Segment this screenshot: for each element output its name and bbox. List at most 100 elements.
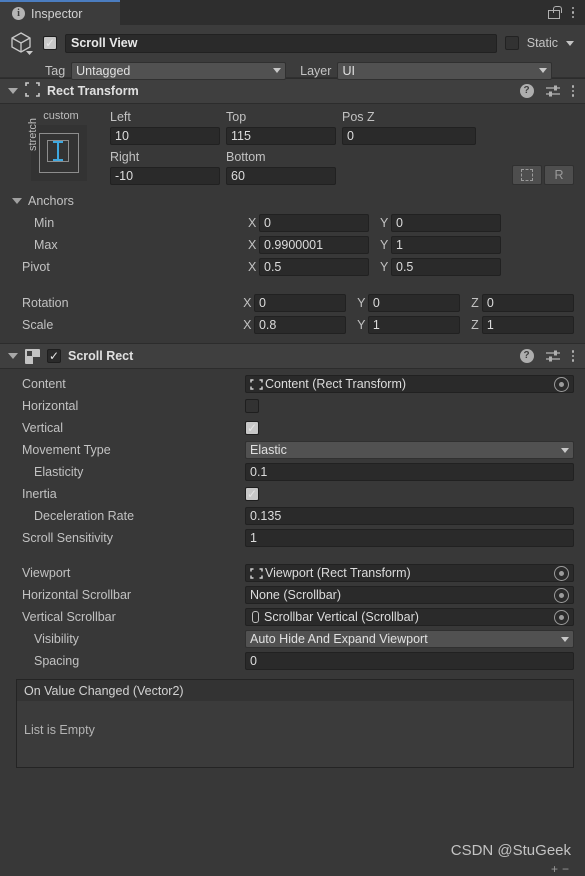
vertical-scrollbar-object-field[interactable]: Scrollbar Vertical (Scrollbar) <box>245 608 574 626</box>
axis-x-label: X <box>248 216 257 230</box>
static-dropdown-arrow-icon[interactable] <box>566 40 574 46</box>
vertical-checkbox[interactable] <box>245 421 259 435</box>
lock-open-icon[interactable] <box>547 6 562 19</box>
bottom-input[interactable]: 60 <box>226 167 336 185</box>
kebab-menu-icon[interactable] <box>571 85 574 97</box>
visibility-label: Visibility <box>34 632 79 646</box>
inertia-row: Inertia <box>0 484 585 504</box>
add-event-button[interactable]: + <box>551 862 558 876</box>
horizontal-row: Horizontal <box>0 396 585 416</box>
movement-type-dropdown[interactable]: Elastic <box>245 441 574 459</box>
rotation-x-input[interactable]: 0 <box>253 294 347 312</box>
scroll-sensitivity-input[interactable]: 1 <box>245 529 574 547</box>
preset-settings-icon[interactable] <box>545 84 560 98</box>
axis-y-label: Y <box>380 260 389 274</box>
spacing-label: Spacing <box>34 654 80 668</box>
anchor-max-x-input[interactable]: 0.9900001 <box>259 236 369 254</box>
pivot-x-input[interactable]: 0.5 <box>259 258 369 276</box>
gameobject-enabled-checkbox[interactable] <box>43 36 57 50</box>
inertia-checkbox[interactable] <box>245 487 259 501</box>
scroll-sensitivity-row: Scroll Sensitivity 1 <box>0 528 585 548</box>
remove-event-button[interactable]: − <box>562 862 569 876</box>
deceleration-rate-row: Deceleration Rate 0.135 <box>0 506 585 526</box>
deceleration-rate-input[interactable]: 0.135 <box>245 507 574 525</box>
pivot-label: Pivot <box>22 260 50 274</box>
object-picker-icon[interactable] <box>554 376 569 392</box>
scale-x-input[interactable]: 0.8 <box>253 316 347 334</box>
axis-x-label: X <box>243 318 252 332</box>
blueprint-mode-button[interactable] <box>512 165 542 185</box>
top-input[interactable]: 115 <box>226 127 336 145</box>
help-icon[interactable]: ? <box>519 84 534 98</box>
movement-type-label: Movement Type <box>22 443 111 457</box>
watermark: CSDN @StuGeek <box>450 842 571 859</box>
object-picker-icon[interactable] <box>554 565 569 581</box>
chevron-down-icon <box>561 636 569 642</box>
rect-transform-body: custom stretch Left 10 Top 115 Pos Z 0 R… <box>0 104 585 343</box>
anchor-max-y-input[interactable]: 1 <box>391 236 501 254</box>
anchors-foldout-row[interactable]: Anchors <box>0 191 585 211</box>
kebab-menu-icon[interactable] <box>571 350 574 362</box>
rect-transform-fields: Left 10 Top 115 Pos Z 0 Right -10 Bottom… <box>101 110 574 185</box>
horizontal-scrollbar-object-field[interactable]: None (Scrollbar) <box>245 586 574 604</box>
raw-edit-mode-button[interactable]: R <box>544 165 574 185</box>
anchor-min-y-input[interactable]: 0 <box>391 214 501 232</box>
horizontal-scrollbar-label: Horizontal Scrollbar <box>22 588 132 602</box>
spacing-input[interactable]: 0 <box>245 652 574 670</box>
scale-y-input[interactable]: 1 <box>367 316 461 334</box>
left-input[interactable]: 10 <box>110 127 220 145</box>
foldout-arrow-icon[interactable] <box>8 353 18 359</box>
preset-settings-icon[interactable] <box>545 349 560 363</box>
horizontal-checkbox[interactable] <box>245 399 259 413</box>
rect-transform-top: custom stretch Left 10 Top 115 Pos Z 0 R… <box>0 104 585 189</box>
axis-y-label: Y <box>380 216 389 230</box>
component-actions: ? <box>519 84 574 98</box>
scale-z-input[interactable]: 1 <box>481 316 575 334</box>
rotation-z-input[interactable]: 0 <box>481 294 575 312</box>
horizontal-label: Horizontal <box>22 399 79 413</box>
elasticity-input[interactable]: 0.1 <box>245 463 574 481</box>
anchor-min-x-input[interactable]: 0 <box>259 214 369 232</box>
foldout-arrow-icon[interactable] <box>8 88 18 94</box>
pivot-y-input[interactable]: 0.5 <box>391 258 501 276</box>
layer-dropdown[interactable]: UI <box>337 61 553 80</box>
anchor-preset-widget[interactable]: custom stretch <box>9 110 101 185</box>
content-object-field[interactable]: Content (Rect Transform) <box>245 375 574 393</box>
component-header-rect-transform[interactable]: Rect Transform ? <box>0 78 585 104</box>
tab-inspector[interactable]: i Inspector <box>0 0 120 25</box>
layer-value: UI <box>342 63 355 78</box>
static-checkbox[interactable] <box>504 36 519 50</box>
help-icon[interactable]: ? <box>519 349 534 363</box>
scroll-rect-enabled-checkbox[interactable] <box>47 349 61 363</box>
rect-row-2: Right -10 Bottom 60 R <box>110 150 574 185</box>
elasticity-label: Elasticity <box>34 465 84 479</box>
object-picker-icon[interactable] <box>554 587 569 603</box>
tag-dropdown[interactable]: Untagged <box>71 61 287 80</box>
field-left: Left 10 <box>110 110 220 145</box>
anchor-preset-box[interactable]: stretch <box>27 118 87 181</box>
component-header-scroll-rect[interactable]: Scroll Rect ? <box>0 343 585 369</box>
component-actions: ? <box>519 349 574 363</box>
axis-x-label: X <box>248 238 257 252</box>
rect-mode-buttons: R <box>512 165 574 185</box>
right-input[interactable]: -10 <box>110 167 220 185</box>
gameobject-name-field[interactable]: Scroll View <box>65 33 497 53</box>
axis-x-label: X <box>248 260 257 274</box>
static-label: Static <box>526 36 558 50</box>
anchor-max-row: Max X 0.9900001 Y 1 <box>0 235 585 255</box>
rotation-y-input[interactable]: 0 <box>367 294 461 312</box>
visibility-dropdown[interactable]: Auto Hide And Expand Viewport <box>245 630 574 648</box>
viewport-object-field[interactable]: Viewport (Rect Transform) <box>245 564 574 582</box>
object-picker-icon[interactable] <box>554 609 569 625</box>
component-title: Scroll Rect <box>68 349 134 363</box>
kebab-menu-icon[interactable] <box>571 6 574 19</box>
pos-z-input[interactable]: 0 <box>342 127 476 145</box>
field-right: Right -10 <box>110 150 220 185</box>
deceleration-rate-label: Deceleration Rate <box>34 509 135 523</box>
content-row: Content Content (Rect Transform) <box>0 374 585 394</box>
axis-y-label: Y <box>380 238 389 252</box>
chevron-down-icon <box>539 68 548 73</box>
chevron-down-icon <box>561 447 569 453</box>
left-label: Left <box>110 110 131 124</box>
foldout-arrow-icon[interactable] <box>12 198 22 204</box>
